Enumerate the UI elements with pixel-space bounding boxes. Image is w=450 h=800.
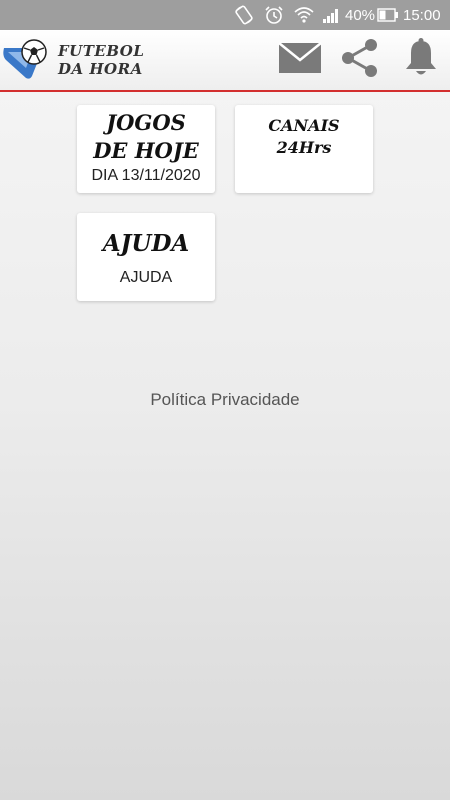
share-icon	[338, 36, 382, 85]
mail-button[interactable]	[275, 30, 325, 90]
channels-24hrs-card[interactable]: CANAIS 24Hrs	[235, 105, 373, 193]
channels-title-line2: 24Hrs	[276, 138, 332, 157]
app-title-line1: FUTEBOL	[58, 42, 145, 60]
games-today-title-line2: DE HOJE	[93, 138, 199, 163]
signal-icon	[322, 0, 342, 30]
app-title-line2: DA HORA	[58, 60, 143, 78]
help-subtitle: AJUDA	[119, 269, 173, 286]
bell-icon	[403, 37, 439, 83]
channels-title-line1: CANAIS	[268, 116, 340, 135]
games-today-date: DIA 13/11/2020	[91, 167, 201, 184]
privacy-policy-link[interactable]: Política Privacidade	[0, 390, 450, 410]
wifi-icon	[293, 0, 315, 30]
app-bar: FUTEBOL DA HORA	[0, 30, 450, 92]
notifications-button[interactable]	[398, 30, 444, 90]
help-card[interactable]: AJUDA AJUDA	[77, 213, 215, 301]
battery-icon	[377, 0, 399, 30]
app-logo-icon	[2, 38, 50, 82]
games-today-card[interactable]: JOGOS DE HOJE DIA 13/11/2020	[77, 105, 215, 193]
help-title: AJUDA	[102, 230, 190, 257]
clock-time: 15:00	[403, 6, 441, 24]
games-today-title-line1: JOGOS	[106, 110, 186, 135]
alarm-icon	[263, 0, 285, 30]
status-bar: 40% 15:00	[0, 0, 450, 30]
mail-icon	[278, 41, 322, 79]
share-button[interactable]	[337, 30, 383, 90]
app-title: FUTEBOL DA HORA	[58, 42, 144, 78]
battery-percent: 40%	[345, 6, 376, 24]
rotate-icon	[233, 0, 255, 30]
